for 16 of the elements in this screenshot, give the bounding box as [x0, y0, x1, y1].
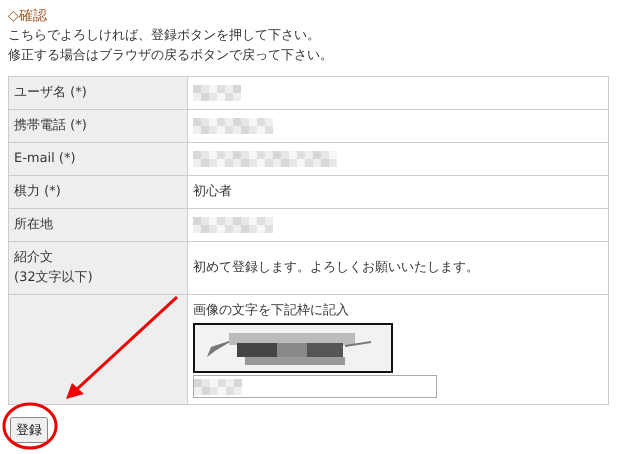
- pixelated-value-drawing: [193, 85, 241, 101]
- register-button[interactable]: 登録: [10, 417, 48, 443]
- value-cell: 初心者: [188, 176, 608, 208]
- instruction-text: こちらでよろしければ、登録ボタンを押して下さい。: [8, 27, 321, 45]
- field-label: 棋力 (*): [14, 183, 62, 201]
- field-label: E-mail (*): [14, 150, 77, 168]
- field-note: (32文字以下): [14, 269, 94, 287]
- field-label: 紹介文: [14, 249, 54, 267]
- value-cell: 初めて登録します。よろしくお願いいたします。: [188, 242, 608, 294]
- instruction-text: 修正する場合はブラウザの戻るボタンで戻って下さい。: [8, 47, 334, 65]
- field-label: ユーザ名 (*): [14, 84, 88, 102]
- captcha-prompt: 画像の文字を下記枠に記入: [193, 302, 350, 320]
- field-label: 携帯電話 (*): [14, 117, 88, 135]
- section-heading: ◇確認: [8, 7, 48, 26]
- field-label: 所在地: [14, 216, 54, 234]
- captcha-input-field[interactable]: [193, 375, 437, 398]
